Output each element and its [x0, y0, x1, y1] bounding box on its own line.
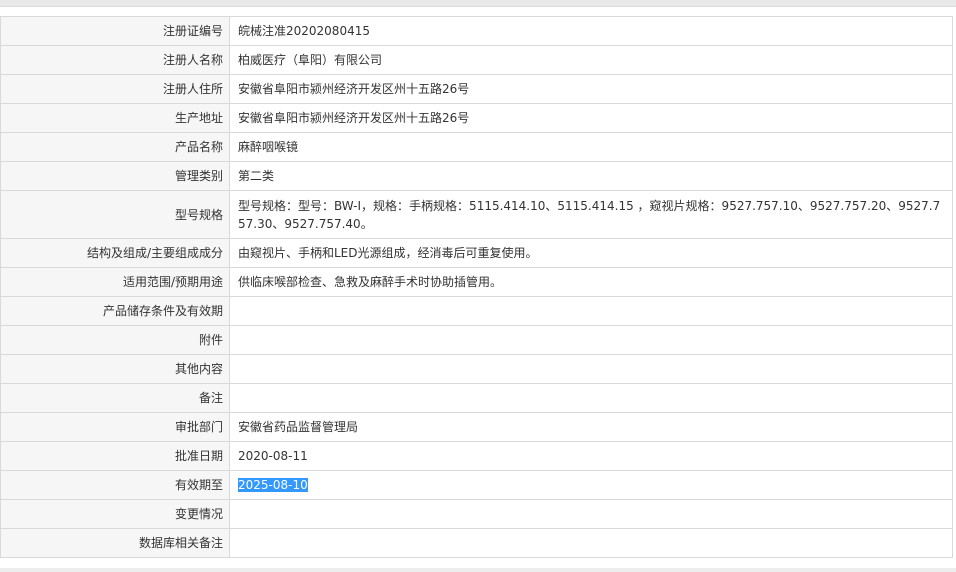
field-value: 安徽省阜阳市颍州经济开发区州十五路26号 [229, 103, 953, 133]
selected-expiry-date[interactable]: 2025-08-10 [238, 478, 308, 492]
field-label: 适用范围/预期用途 [0, 267, 230, 297]
field-label: 附件 [0, 325, 230, 355]
table-row: 结构及组成/主要组成成分 由窥视片、手柄和LED光源组成，经消毒后可重复使用。 [0, 238, 953, 268]
field-value: 安徽省药品监督管理局 [229, 412, 953, 442]
top-band [0, 0, 956, 7]
table-row: 产品名称 麻醉咽喉镜 [0, 132, 953, 162]
field-value: 型号规格：型号：BW-Ⅰ，规格：手柄规格：5115.414.10、5115.41… [229, 190, 953, 239]
registration-detail-table: 注册证编号 皖械注准20202080415 注册人名称 柏威医疗（阜阳）有限公司… [0, 16, 953, 558]
bottom-band [0, 568, 956, 572]
field-label: 结构及组成/主要组成成分 [0, 238, 230, 268]
table-row: 生产地址 安徽省阜阳市颍州经济开发区州十五路26号 [0, 103, 953, 133]
field-value [229, 325, 953, 355]
field-value: 柏威医疗（阜阳）有限公司 [229, 45, 953, 75]
table-row: 数据库相关备注 [0, 528, 953, 558]
table-row: 适用范围/预期用途 供临床喉部检查、急救及麻醉手术时协助插管用。 [0, 267, 953, 297]
table-row: 有效期至 2025-08-10 [0, 470, 953, 500]
table-row: 备注 [0, 383, 953, 413]
table-row: 附件 [0, 325, 953, 355]
field-value [229, 383, 953, 413]
field-label: 注册证编号 [0, 16, 230, 46]
field-label: 变更情况 [0, 499, 230, 529]
table-row: 变更情况 [0, 499, 953, 529]
table-row: 型号规格 型号规格：型号：BW-Ⅰ，规格：手柄规格：5115.414.10、51… [0, 190, 953, 239]
table-row: 产品储存条件及有效期 [0, 296, 953, 326]
table-row: 其他内容 [0, 354, 953, 384]
field-value [229, 499, 953, 529]
field-label: 管理类别 [0, 161, 230, 191]
table-row: 注册人名称 柏威医疗（阜阳）有限公司 [0, 45, 953, 75]
field-label: 备注 [0, 383, 230, 413]
field-value: 由窥视片、手柄和LED光源组成，经消毒后可重复使用。 [229, 238, 953, 268]
field-label: 其他内容 [0, 354, 230, 384]
field-value: 第二类 [229, 161, 953, 191]
field-value[interactable]: 2025-08-10 [229, 470, 953, 500]
table-row: 批准日期 2020-08-11 [0, 441, 953, 471]
table-row: 审批部门 安徽省药品监督管理局 [0, 412, 953, 442]
field-label: 产品储存条件及有效期 [0, 296, 230, 326]
field-label: 产品名称 [0, 132, 230, 162]
table-row: 管理类别 第二类 [0, 161, 953, 191]
field-value [229, 528, 953, 558]
field-value: 麻醉咽喉镜 [229, 132, 953, 162]
field-value: 供临床喉部检查、急救及麻醉手术时协助插管用。 [229, 267, 953, 297]
field-label: 批准日期 [0, 441, 230, 471]
field-value: 安徽省阜阳市颍州经济开发区州十五路26号 [229, 74, 953, 104]
field-label: 生产地址 [0, 103, 230, 133]
field-value [229, 296, 953, 326]
field-label: 型号规格 [0, 190, 230, 239]
field-value: 皖械注准20202080415 [229, 16, 953, 46]
field-label: 数据库相关备注 [0, 528, 230, 558]
field-label: 审批部门 [0, 412, 230, 442]
table-row: 注册证编号 皖械注准20202080415 [0, 16, 953, 46]
field-value [229, 354, 953, 384]
table-row: 注册人住所 安徽省阜阳市颍州经济开发区州十五路26号 [0, 74, 953, 104]
field-value: 2020-08-11 [229, 441, 953, 471]
field-label: 有效期至 [0, 470, 230, 500]
field-label: 注册人名称 [0, 45, 230, 75]
field-label: 注册人住所 [0, 74, 230, 104]
